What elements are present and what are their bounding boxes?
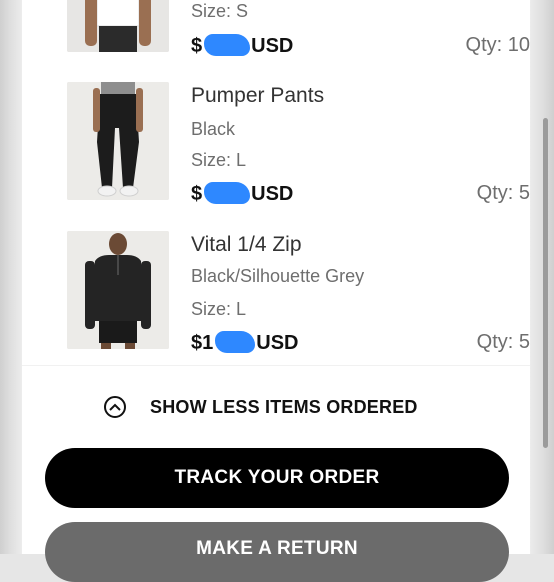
order-items-card: Size: S $ USD Qty: 10 Pumper Pants Black … [22,0,530,582]
background-edge-left [0,0,22,554]
item-variant: Black/Silhouette Grey [191,266,365,286]
item-name[interactable]: Vital 1/4 Zip [191,233,302,257]
price-redaction [204,34,251,56]
make-return-button[interactable]: MAKE A RETURN [45,522,509,582]
order-actions: SHOW LESS ITEMS ORDERED TRACK YOUR ORDER… [22,366,530,582]
item-variant: Black [191,119,236,139]
show-less-items-toggle[interactable]: SHOW LESS ITEMS ORDERED [104,394,418,420]
item-size: Size: L [191,299,247,319]
product-image-white-tshirt[interactable] [67,0,169,52]
show-less-items-label: SHOW LESS ITEMS ORDERED [150,396,418,417]
item-price: $ USD [191,34,294,57]
item-price: $1 USD [191,331,299,354]
item-quantity: Qty: 10 [465,34,530,56]
item-name[interactable]: Pumper Pants [191,84,324,108]
item-size: Size: S [191,1,249,21]
background-edge-right [530,0,554,554]
product-image-black-pants[interactable] [67,82,169,200]
order-item: Pumper Pants Black Size: L $ USD Qty: 5 [44,82,530,212]
order-item: Size: S $ USD Qty: 10 [44,0,530,62]
price-redaction [215,331,256,353]
product-image-black-quarter-zip[interactable] [67,231,169,349]
item-size: Size: L [191,150,247,170]
order-item: Vital 1/4 Zip Black/Silhouette Grey Size… [44,231,530,361]
track-order-button[interactable]: TRACK YOUR ORDER [45,448,509,508]
chevron-up-circle-icon [104,396,126,418]
item-quantity: Qty: 5 [476,331,530,353]
item-quantity: Qty: 5 [476,182,530,204]
scrollbar[interactable] [543,118,548,448]
item-price: $ USD [191,182,294,205]
price-redaction [204,182,251,204]
